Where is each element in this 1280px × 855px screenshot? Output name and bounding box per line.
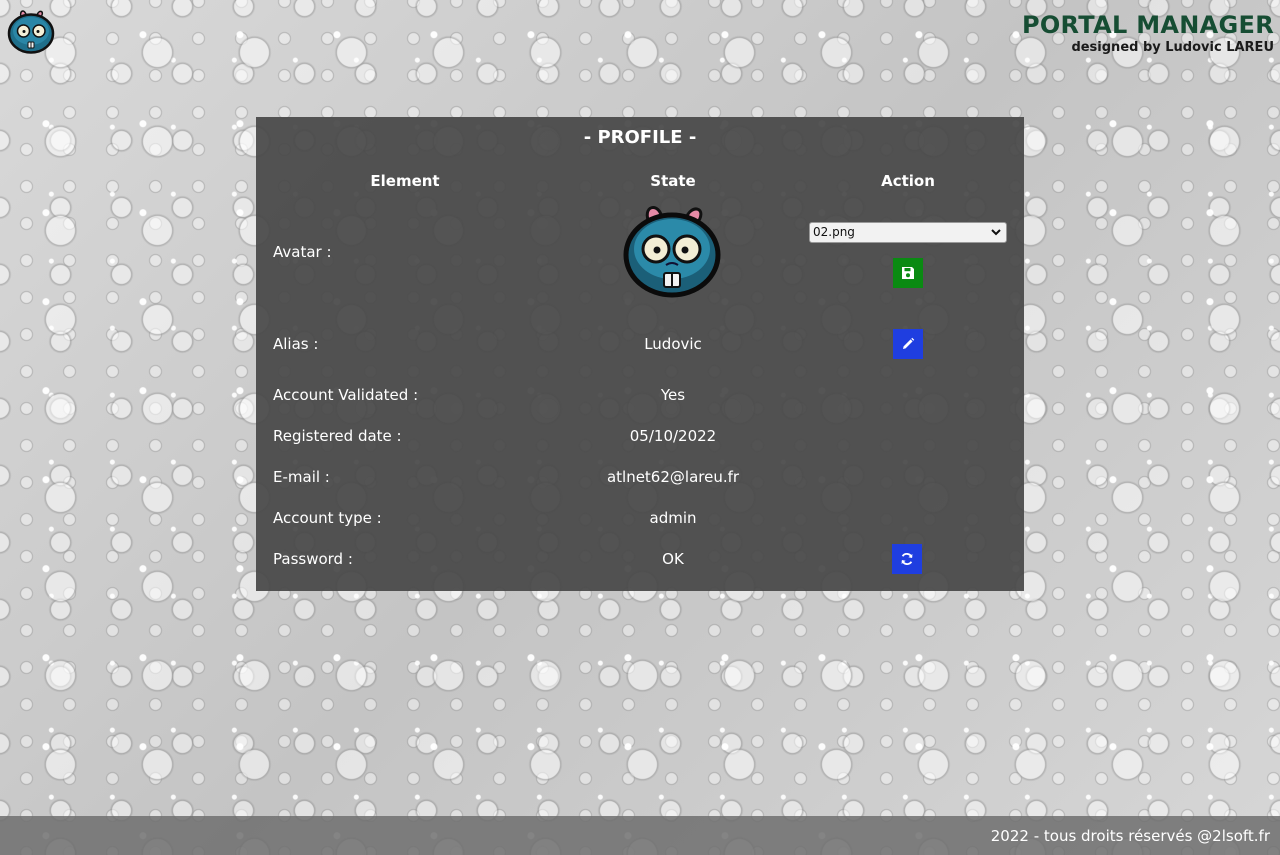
edit-alias-button[interactable] (893, 329, 923, 359)
alias-value: Ludovic (644, 335, 702, 353)
column-header-state: State (650, 172, 696, 190)
account-type-label: Account type : (273, 509, 382, 527)
footer: 2022 - tous droits réservés @2lsoft.fr (0, 816, 1280, 855)
avatar-select[interactable]: 02.png (809, 222, 1007, 243)
zombie-avatar-icon (7, 10, 55, 54)
zombie-avatar-icon (623, 206, 721, 298)
floppy-disk-icon (902, 267, 914, 279)
footer-copyright: 2022 - tous droits réservés @2lsoft.fr (990, 827, 1270, 845)
account-validated-label: Account Validated : (273, 386, 419, 404)
account-type-value: admin (649, 509, 697, 527)
chevron-down-icon (991, 229, 1001, 236)
avatar-label: Avatar : (273, 243, 332, 261)
save-avatar-button[interactable] (893, 258, 923, 288)
email-label: E-mail : (273, 468, 330, 486)
registered-date-value: 05/10/2022 (629, 427, 717, 445)
site-logo[interactable] (6, 6, 56, 56)
registered-date-label: Registered date : (273, 427, 402, 445)
brand-block: PORTAL MANAGER designed by Ludovic LAREU (1022, 10, 1274, 56)
password-value: OK (662, 550, 684, 568)
pencil-icon (903, 337, 915, 349)
alias-label: Alias : (273, 335, 319, 353)
profile-panel: - PROFILE - Element State Action Avatar … (256, 117, 1024, 591)
account-validated-value: Yes (660, 386, 686, 404)
app-title: PORTAL MANAGER (1021, 11, 1274, 39)
email-value: atlnet62@lareu.fr (606, 468, 740, 486)
refresh-icon (901, 553, 913, 565)
panel-title: - PROFILE - (583, 127, 697, 148)
app-credit: designed by Ludovic LAREU (1071, 40, 1274, 55)
reset-password-button[interactable] (892, 544, 922, 574)
avatar-select-value: 02.png (813, 225, 855, 239)
column-header-action: Action (881, 172, 935, 190)
password-label: Password : (273, 550, 353, 568)
column-header-element: Element (370, 172, 440, 190)
avatar-preview (622, 203, 722, 299)
